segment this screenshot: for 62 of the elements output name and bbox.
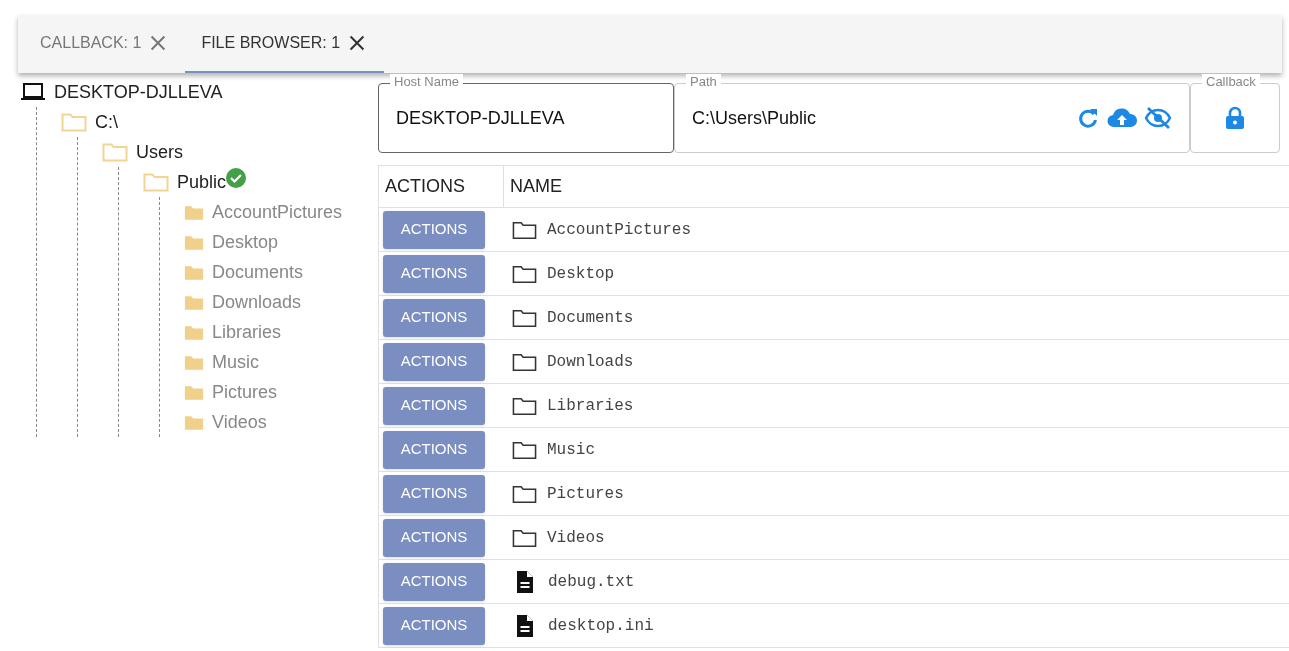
- tree-item[interactable]: Public: [177, 168, 227, 196]
- folder-icon: [184, 413, 204, 431]
- tree-item[interactable]: Desktop: [212, 228, 279, 256]
- lock-icon: [1225, 106, 1245, 130]
- cloud-upload-icon: [1106, 106, 1138, 130]
- folder-icon: [143, 172, 169, 192]
- folder-icon: [184, 203, 204, 221]
- actions-button[interactable]: ACTIONS: [383, 606, 485, 645]
- file-name[interactable]: Pictures: [547, 481, 624, 506]
- file-name[interactable]: debug.txt: [548, 569, 635, 594]
- tree-item[interactable]: AccountPictures: [212, 198, 343, 226]
- file-name[interactable]: desktop.ini: [548, 613, 654, 638]
- actions-button[interactable]: ACTIONS: [383, 562, 485, 601]
- file-name[interactable]: Libraries: [547, 393, 634, 418]
- folder-icon: [184, 263, 204, 281]
- actions-button[interactable]: ACTIONS: [383, 518, 485, 557]
- tree-item[interactable]: Downloads: [212, 288, 302, 316]
- laptop-icon: [20, 82, 46, 102]
- file-icon: [516, 613, 534, 638]
- folder-icon: [512, 351, 537, 372]
- folder-icon: [102, 142, 128, 162]
- folder-icon: [61, 112, 87, 132]
- actions-button[interactable]: ACTIONS: [383, 298, 485, 337]
- eye-off-icon: [1144, 106, 1172, 130]
- tree-item[interactable]: Users: [136, 138, 183, 166]
- folder-icon: [512, 483, 537, 504]
- folder-icon: [184, 323, 204, 341]
- folder-icon: [512, 263, 537, 284]
- folder-icon: [512, 527, 537, 548]
- folder-icon: [184, 383, 204, 401]
- actions-button[interactable]: ACTIONS: [383, 254, 485, 293]
- tab[interactable]: CALLBACK: 1: [24, 15, 186, 73]
- tree-item[interactable]: Pictures: [212, 378, 278, 406]
- folder-icon: [184, 353, 204, 371]
- folder-icon: [184, 233, 204, 251]
- tree-item[interactable]: Libraries: [212, 318, 282, 346]
- folder-icon: [512, 395, 537, 416]
- folder-icon: [512, 307, 537, 328]
- tree-item[interactable]: Videos: [212, 408, 267, 436]
- actions-button[interactable]: ACTIONS: [383, 342, 485, 381]
- folder-icon: [512, 219, 537, 240]
- actions-button[interactable]: ACTIONS: [383, 430, 485, 469]
- file-name[interactable]: Videos: [547, 525, 605, 550]
- column-header: NAME: [509, 175, 563, 198]
- file-name[interactable]: Desktop: [547, 261, 615, 286]
- actions-button[interactable]: ACTIONS: [383, 386, 485, 425]
- actions-button[interactable]: ACTIONS: [383, 210, 485, 249]
- column-header: ACTIONS: [379, 166, 504, 207]
- file-name[interactable]: Music: [547, 437, 595, 462]
- refresh-icon: [1076, 106, 1100, 130]
- tree-item[interactable]: Documents: [212, 258, 304, 286]
- tree-item[interactable]: DESKTOP-DJLLEVA: [54, 78, 223, 106]
- file-name[interactable]: Downloads: [547, 349, 634, 374]
- tree-item[interactable]: C:\: [95, 108, 118, 136]
- tree-item[interactable]: Music: [212, 348, 259, 376]
- file-name[interactable]: Documents: [547, 305, 634, 330]
- file-name[interactable]: AccountPictures: [547, 217, 692, 242]
- folder-icon: [512, 439, 537, 460]
- actions-button[interactable]: ACTIONS: [383, 474, 485, 513]
- tab[interactable]: FILE BROWSER: 1: [185, 15, 385, 73]
- file-icon: [516, 569, 534, 594]
- folder-icon: [184, 293, 204, 311]
